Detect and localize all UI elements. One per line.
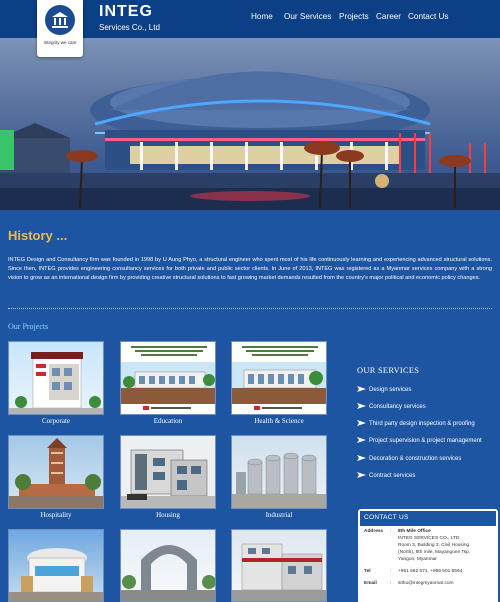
service-label: Consultancy services	[369, 404, 426, 410]
arrow-right-icon	[357, 437, 366, 443]
project-image	[8, 341, 104, 415]
service-consultancy[interactable]: Consultancy services	[357, 403, 426, 410]
nav-projects[interactable]: Projects	[339, 12, 369, 21]
hero-banner	[0, 38, 500, 210]
service-design[interactable]: Design services	[357, 386, 411, 393]
project-image	[120, 435, 216, 509]
service-label: Design services	[369, 387, 412, 393]
project-image	[231, 341, 327, 415]
address-line-2: INTEG SERVICES CO., LTD	[398, 536, 460, 541]
brand-subtitle: Services Co., Ltd	[99, 23, 160, 32]
project-image	[120, 529, 216, 602]
project-tile-housing[interactable]: Housing	[120, 435, 216, 519]
logo-emblem-icon	[45, 5, 75, 35]
nav-our-services[interactable]: Our Services	[284, 12, 331, 21]
tile-caption: Hospitality	[40, 511, 72, 519]
tel-label: Tel	[364, 569, 371, 574]
project-tile-row3-2[interactable]	[120, 529, 216, 602]
project-image	[8, 435, 104, 509]
service-label: Third party design inspection & proofing	[369, 421, 475, 427]
projects-title: Our Projects	[8, 322, 49, 331]
brand-name[interactable]: INTEG	[99, 3, 153, 21]
address-line-1: 8th Mile Office	[398, 529, 431, 534]
service-label: Contract services	[369, 473, 416, 479]
tile-caption: Industrial	[265, 511, 293, 519]
service-third-party-inspection[interactable]: Third party design inspection & proofing	[357, 420, 475, 427]
email-link[interactable]: sithu@integmyanmar.com	[398, 581, 454, 586]
address-line-5: Yangon, Myanmar	[398, 557, 437, 562]
contact-box: CONTACT US Address : 8th Mile Office INT…	[358, 509, 498, 602]
project-tile-education[interactable]: Education	[120, 341, 216, 425]
arrow-right-icon	[357, 386, 366, 392]
nav-home[interactable]: Home	[251, 12, 273, 21]
service-decoration-construction[interactable]: Decoration & construction services	[357, 455, 461, 462]
address-line-4: (North), 8th mile, Mayangone Tsp,	[398, 550, 471, 555]
tile-caption: Education	[153, 417, 183, 425]
address-label: Address	[364, 529, 384, 534]
service-project-supervision[interactable]: Project supervision & project management	[357, 437, 482, 444]
hero-stadium-illustration	[0, 71, 500, 210]
email-label: Email	[364, 581, 377, 586]
tile-caption: Housing	[156, 511, 180, 519]
tile-caption: Corporate	[42, 417, 70, 425]
address-line-3: Room 3, Building 3, Civil Housing	[398, 543, 470, 548]
project-tile-row3-1[interactable]	[8, 529, 104, 602]
separator: :	[390, 581, 392, 586]
project-image	[231, 435, 327, 509]
section-divider	[8, 308, 492, 309]
nav-career[interactable]: Career	[376, 12, 401, 21]
tel-value[interactable]: +951 662 571, +959 501 5564	[398, 569, 462, 574]
project-tile-corporate[interactable]: Corporate	[8, 341, 104, 425]
logo[interactable]: Integrity we care	[37, 0, 83, 57]
arrow-right-icon	[357, 472, 366, 478]
service-label: Decoration & construction services	[369, 456, 462, 462]
arrow-right-icon	[357, 455, 366, 461]
project-tile-hospitality[interactable]: Hospitality	[8, 435, 104, 519]
project-tile-health-science[interactable]: Health & Science	[231, 341, 327, 425]
services-title: OUR SERVICES	[357, 366, 420, 375]
logo-tagline: Integrity we care	[43, 40, 77, 45]
history-text: INTEG Design and Consultancy firm was fo…	[8, 257, 492, 281]
history-title: History ...	[8, 228, 68, 243]
project-tile-row3-3[interactable]	[231, 529, 327, 602]
service-contract[interactable]: Contract services	[357, 472, 415, 479]
project-image	[8, 529, 104, 602]
separator: :	[390, 529, 392, 534]
project-image	[120, 341, 216, 415]
contact-title: CONTACT US	[360, 511, 496, 526]
tile-caption: Health & Science	[254, 417, 304, 425]
arrow-right-icon	[357, 420, 366, 426]
separator: :	[390, 569, 392, 574]
project-image	[231, 529, 327, 602]
arrow-right-icon	[357, 403, 366, 409]
project-tile-industrial[interactable]: Industrial	[231, 435, 327, 519]
service-label: Project supervision & project management	[369, 438, 482, 444]
site-header: Integrity we care INTEG Services Co., Lt…	[0, 0, 500, 57]
nav-contact-us[interactable]: Contact Us	[408, 12, 449, 21]
